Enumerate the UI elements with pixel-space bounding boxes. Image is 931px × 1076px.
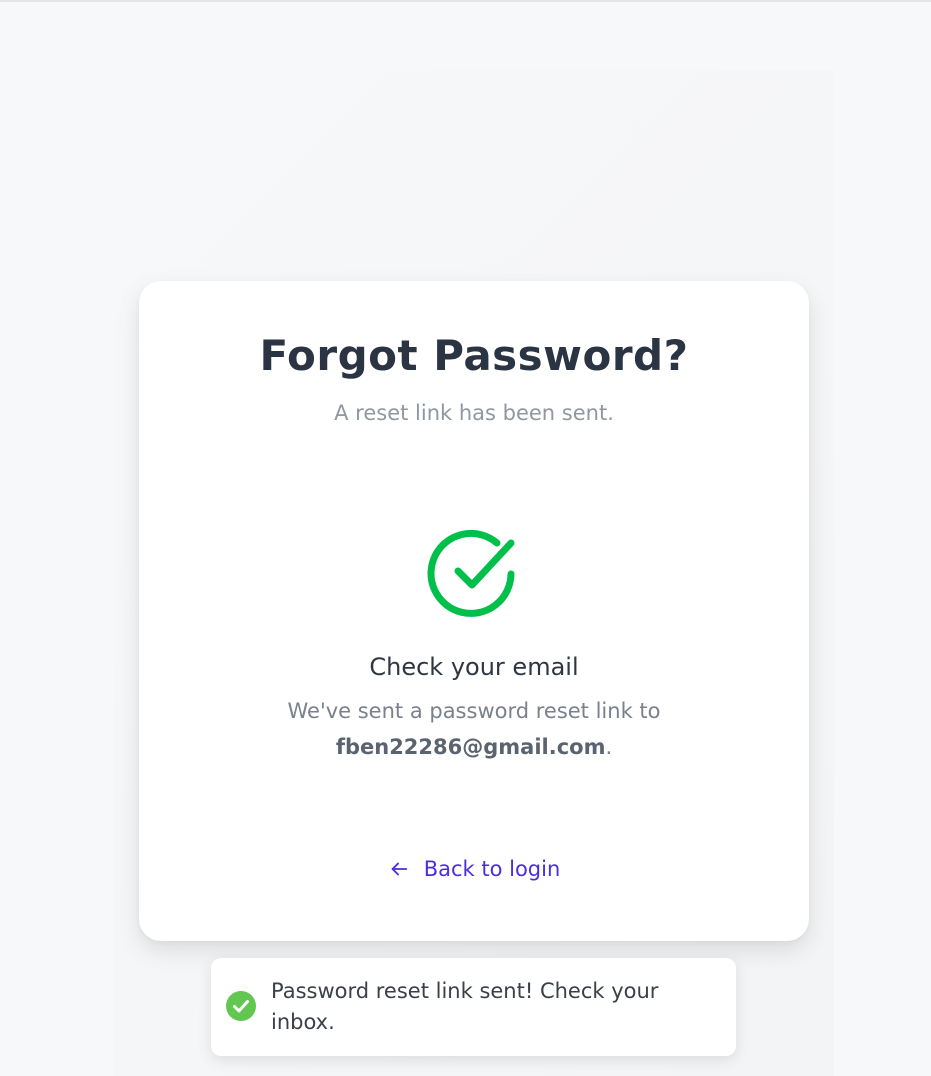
back-to-login-link[interactable]: Back to login — [139, 857, 809, 881]
page-title: Forgot Password? — [259, 331, 689, 380]
check-email-heading: Check your email — [369, 653, 579, 681]
back-to-login-label: Back to login — [423, 857, 561, 881]
arrow-left-icon — [391, 862, 407, 876]
success-toast: Password reset link sent! Check your inb… — [211, 958, 736, 1056]
message-email-line: fben22286@gmail.com. — [139, 729, 809, 765]
check-email-message: We've sent a password reset link to fben… — [139, 693, 809, 765]
page-subtitle: A reset link has been sent. — [334, 401, 614, 425]
toast-message: Password reset link sent! Check your inb… — [271, 979, 659, 1034]
top-border — [0, 0, 931, 2]
forgot-password-card: Forgot Password? A reset link has been s… — [139, 281, 809, 941]
message-prefix: We've sent a password reset link to — [287, 699, 661, 723]
message-suffix: . — [605, 735, 613, 759]
email-address: fben22286@gmail.com — [335, 735, 606, 759]
check-circle-filled-icon — [226, 991, 256, 1021]
circle-check-icon — [427, 529, 515, 617]
